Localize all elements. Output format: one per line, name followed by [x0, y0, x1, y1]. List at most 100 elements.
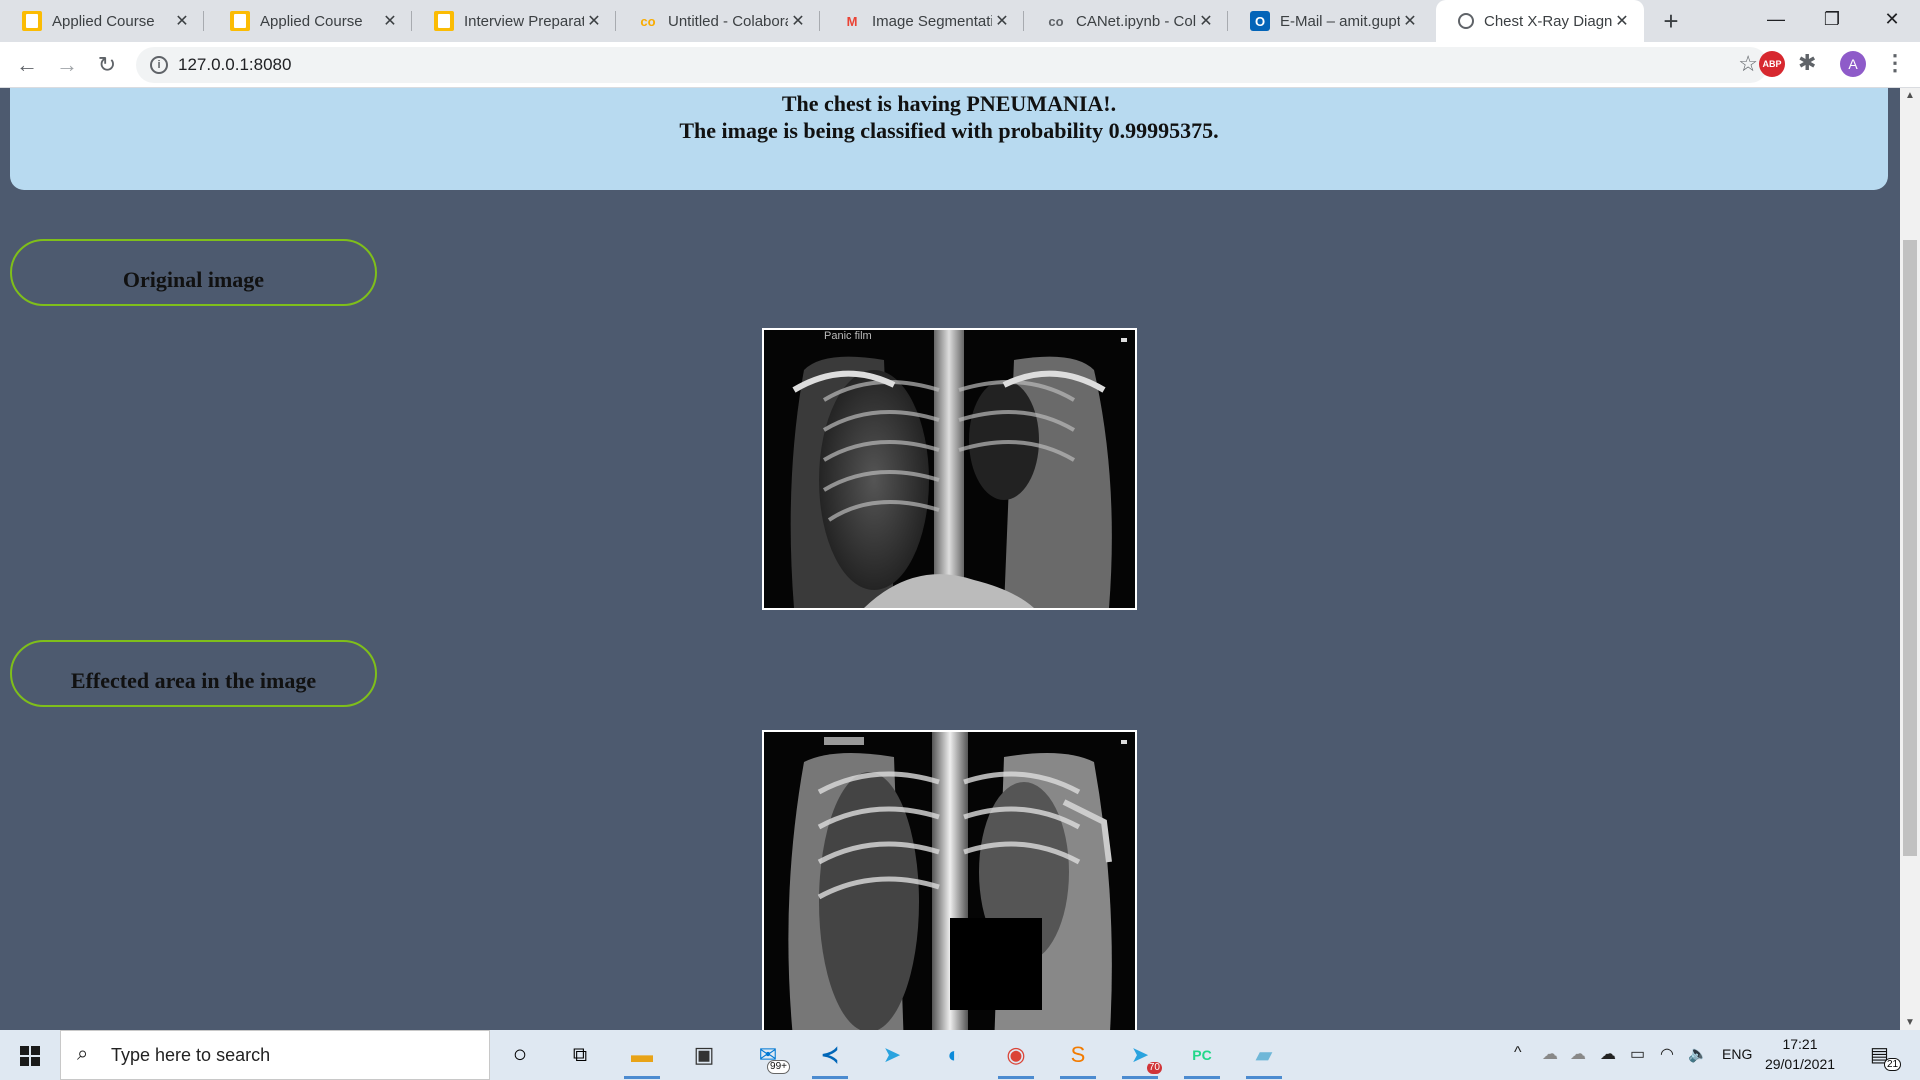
file-explorer-icon[interactable]: ▬	[624, 1038, 660, 1079]
affected-area-mask	[950, 918, 1042, 1010]
original-xray-image: Panic film	[762, 328, 1137, 610]
tab-title: Interview Preparati	[464, 12, 584, 30]
battery-icon[interactable]: ▭	[1630, 1044, 1645, 1064]
forward-button[interactable]: →	[52, 50, 82, 80]
active-app-indicator	[998, 1076, 1034, 1079]
tab-untitled-colab[interactable]: co Untitled - Colabora ✕	[616, 0, 820, 42]
telegram-desktop-icon[interactable]: ➤ 70	[1122, 1038, 1162, 1079]
onedrive-icon[interactable]: ☁	[1600, 1044, 1616, 1064]
tab-interview-preparation[interactable]: Interview Preparati ✕	[412, 0, 616, 42]
url-text[interactable]: 127.0.0.1:8080	[178, 55, 291, 75]
tab-applied-course-1[interactable]: Applied Course ✕	[0, 0, 204, 42]
effected-area-label: Effected area in the image	[10, 640, 377, 707]
notification-count: 21	[1884, 1058, 1902, 1071]
scroll-up-arrow-icon[interactable]: ▲	[1900, 90, 1920, 101]
cloud-icon[interactable]: ☁	[1570, 1044, 1586, 1064]
taskbar-search-box[interactable]: ⌕ Type here to search	[60, 1030, 490, 1080]
search-placeholder[interactable]: Type here to search	[111, 1045, 270, 1066]
clock-date[interactable]: 29/01/2021	[1762, 1056, 1838, 1072]
colab-icon: co	[1048, 13, 1064, 29]
applied-course-icon	[230, 11, 250, 31]
tab-separator	[203, 11, 204, 31]
language-indicator[interactable]: ENG	[1722, 1046, 1752, 1062]
close-tab-icon[interactable]: ✕	[1196, 11, 1216, 31]
site-info-icon[interactable]: i	[150, 56, 168, 74]
reload-button[interactable]: ↻	[92, 50, 122, 80]
store-icon[interactable]: ▣	[686, 1038, 722, 1072]
chrome-icon[interactable]: ◉	[998, 1038, 1034, 1079]
original-image-label: Original image	[10, 239, 377, 306]
profile-avatar[interactable]: A	[1840, 51, 1866, 77]
show-hidden-icons-icon[interactable]: ^	[1514, 1044, 1522, 1062]
xray-overlay-text: Panic film	[824, 330, 872, 342]
start-button[interactable]	[0, 1030, 60, 1080]
close-tab-icon[interactable]: ✕	[1400, 11, 1420, 31]
active-app-indicator	[812, 1076, 848, 1079]
page-scrollbar[interactable]: ▲ ▼	[1900, 88, 1920, 1030]
tab-title: CANet.ipynb - Cola	[1076, 12, 1196, 30]
tab-chest-xray-active[interactable]: Chest X-Ray Diagn ✕	[1436, 0, 1644, 42]
cortana-icon[interactable]: ○	[502, 1038, 538, 1072]
extensions-puzzle-icon[interactable]: ✱	[1798, 50, 1816, 76]
prediction-result-text: The chest is having PNEUMANIA!.	[781, 91, 1117, 116]
browser-menu-icon[interactable]: ⋮	[1884, 50, 1906, 76]
edge-icon[interactable]: ◐	[936, 1038, 972, 1072]
tab-applied-course-2[interactable]: Applied Course ✕	[208, 0, 412, 42]
search-icon: ⌕	[77, 1043, 89, 1065]
close-tab-icon[interactable]: ✕	[1612, 11, 1632, 31]
telegram-badge: 70	[1146, 1062, 1162, 1074]
tab-title: Applied Course	[260, 12, 363, 30]
notepad-icon[interactable]: ▰	[1246, 1038, 1282, 1079]
volume-icon[interactable]: 🔈	[1688, 1044, 1708, 1064]
active-app-indicator	[1246, 1076, 1282, 1079]
minimize-button[interactable]: —	[1748, 0, 1804, 38]
prediction-result-box: The chest is having PNEUMANIA!. The imag…	[10, 88, 1888, 190]
telegram-icon[interactable]: ➤	[874, 1038, 910, 1072]
close-tab-icon[interactable]: ✕	[380, 11, 400, 31]
scroll-down-arrow-icon[interactable]: ▼	[1900, 1017, 1920, 1028]
windows-taskbar: ⌕ Type here to search ○ ⧉ ▬ ▣ ✉ 99+ ≺ ➤ ◐…	[0, 1030, 1920, 1080]
xray-graphic	[764, 330, 1135, 608]
scrollbar-thumb[interactable]	[1903, 240, 1917, 856]
close-window-button[interactable]: ✕	[1864, 0, 1920, 38]
close-tab-icon[interactable]: ✕	[992, 11, 1012, 31]
browser-toolbar: ← → ↻ i 127.0.0.1:8080 ☆ ABP ✱ A ⋮	[0, 42, 1920, 88]
browser-tab-strip: Applied Course ✕ Applied Course ✕ Interv…	[0, 0, 1920, 42]
pycharm-icon[interactable]: PC	[1184, 1038, 1220, 1079]
colab-icon: co	[640, 13, 656, 29]
active-app-indicator	[624, 1076, 660, 1079]
tab-title: Applied Course	[52, 12, 155, 30]
xray-graphic-effected	[764, 732, 1135, 1030]
applied-course-icon	[22, 11, 42, 31]
tab-title: Chest X-Ray Diagn	[1484, 12, 1612, 30]
tab-image-segmentation[interactable]: M Image Segmentati ✕	[820, 0, 1024, 42]
sublime-text-icon[interactable]: S	[1060, 1038, 1096, 1079]
prediction-probability-text: The image is being classified with proba…	[679, 118, 1219, 143]
active-app-indicator	[1122, 1076, 1158, 1079]
active-app-indicator	[1184, 1076, 1220, 1079]
mail-icon[interactable]: ✉ 99+	[750, 1038, 790, 1074]
restore-button[interactable]: ❐	[1804, 0, 1860, 38]
adblock-plus-icon[interactable]: ABP	[1759, 51, 1785, 77]
new-tab-button[interactable]: +	[1656, 6, 1686, 37]
tab-title: E-Mail – amit.gupt	[1280, 12, 1400, 30]
back-button[interactable]: ←	[12, 50, 42, 80]
active-app-indicator	[1060, 1076, 1096, 1079]
close-tab-icon[interactable]: ✕	[788, 11, 808, 31]
windows-logo-icon	[20, 1046, 40, 1066]
vscode-icon[interactable]: ≺	[812, 1038, 848, 1079]
tab-canet-colab[interactable]: co CANet.ipynb - Cola ✕	[1024, 0, 1228, 42]
outlook-icon: O	[1250, 11, 1270, 31]
task-view-icon[interactable]: ⧉	[562, 1038, 598, 1072]
close-tab-icon[interactable]: ✕	[172, 11, 192, 31]
globe-icon	[1458, 13, 1474, 29]
cloud-sync-icon[interactable]: ☁	[1542, 1044, 1558, 1064]
page-viewport: The chest is having PNEUMANIA!. The imag…	[0, 88, 1900, 1030]
wifi-icon[interactable]: ◠	[1660, 1044, 1674, 1064]
applied-course-icon	[434, 11, 454, 31]
address-bar[interactable]: i 127.0.0.1:8080 ☆	[136, 47, 1768, 83]
bookmark-star-icon[interactable]: ☆	[1738, 51, 1758, 77]
clock-time[interactable]: 17:21	[1768, 1036, 1832, 1052]
tab-email[interactable]: O E-Mail – amit.gupt ✕	[1228, 0, 1432, 42]
close-tab-icon[interactable]: ✕	[584, 11, 604, 31]
